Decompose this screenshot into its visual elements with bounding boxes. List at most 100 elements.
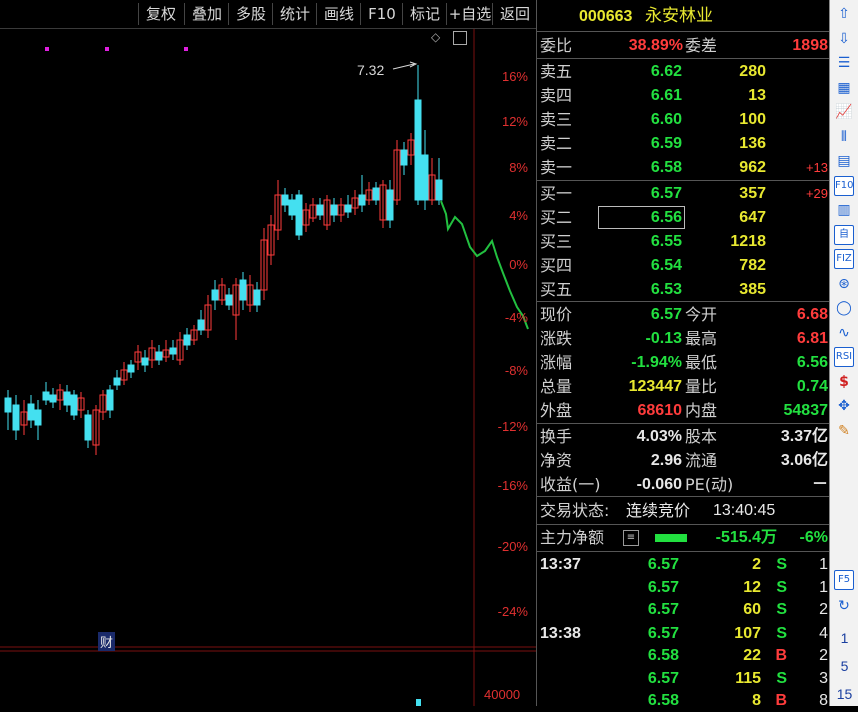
tick-side: B <box>775 647 787 664</box>
candle-body <box>435 179 443 201</box>
overlay-button[interactable]: 叠加 <box>184 3 229 25</box>
grid-icon[interactable]: ▦ <box>834 78 854 98</box>
pen-icon[interactable]: ✎ <box>834 421 854 441</box>
f5-icon[interactable]: F5 <box>834 570 854 590</box>
doc-icon[interactable]: ▤ <box>834 151 854 171</box>
window-toggle-icon[interactable] <box>453 31 467 45</box>
stat-label-2: 量比 <box>685 377 718 396</box>
add-watchlist-button[interactable]: +自选 <box>446 3 493 25</box>
ask-price: 6.59 <box>650 135 682 152</box>
ask-row-2: 卖四 6.61 13 <box>537 84 829 107</box>
ask-label: 卖一 <box>540 158 573 177</box>
bid-row-1: 买一 6.57 357 +29 <box>537 182 829 205</box>
bid-price: 6.53 <box>650 281 682 298</box>
selected-bid-box[interactable] <box>598 206 685 229</box>
pct-label: -8% <box>505 363 529 378</box>
refresh-icon[interactable]: ↻ <box>834 596 854 616</box>
fiz-icon[interactable]: FIZ <box>834 249 854 269</box>
move-icon[interactable]: ✥ <box>834 396 854 416</box>
table-icon[interactable]: ▥ <box>834 200 854 220</box>
period-15[interactable]: 15 <box>830 686 858 702</box>
stat-label: 总量 <box>540 377 573 396</box>
line-chart-icon[interactable]: 📈 <box>834 102 854 122</box>
stock-name: 永安林业 <box>645 6 713 26</box>
stat-row-4: 总量 123447 量比 0.74 <box>537 375 829 398</box>
candle-body <box>27 403 35 421</box>
tick-volume: 115 <box>735 669 761 687</box>
bid-volume: 357 <box>739 185 766 202</box>
fund-row-2: 净资 2.96 流通 3.06亿 <box>537 449 829 472</box>
circle-icon[interactable]: ◯ <box>834 298 854 318</box>
signal-marker <box>45 47 49 51</box>
back-button[interactable]: 返回 <box>492 3 537 25</box>
tick-price: 6.58 <box>647 647 679 664</box>
bid-volume: 782 <box>739 257 766 274</box>
candle-body <box>239 279 247 301</box>
rsi-icon[interactable]: RSI <box>834 347 854 367</box>
candle-body <box>295 194 303 236</box>
stat-label: 现价 <box>540 305 573 324</box>
fund-value-2: － <box>811 476 828 493</box>
mark-button[interactable]: 标记 <box>402 3 447 25</box>
up-arrow-icon[interactable]: ⇧ <box>834 4 854 24</box>
kline-svg: 16% 12% 8% 4% 0% -4% -8% -12% -16% -20% -24% <box>0 29 536 706</box>
period-5[interactable]: 5 <box>830 658 858 674</box>
tool-sidebar: ⇧ ⇩ ☰ ▦ 📈 ⫴ ▤ F10 ▥ 自 FIZ ⊛ ◯ ∿ RSI $ ✥ ✎ F5 ↻ 1 5 15 <box>829 0 858 706</box>
candle-body <box>197 319 205 331</box>
kline-chart[interactable]: 16% 12% 8% 4% 0% -4% -8% -12% -16% -20% -24% ◇ 7.3… <box>0 29 536 706</box>
candle-body <box>155 351 163 361</box>
candle-body <box>169 347 177 355</box>
volume-axis-label: 40000 <box>484 687 521 702</box>
bid-row-3: 买三 6.55 1218 <box>537 230 829 253</box>
candle-body <box>414 99 422 201</box>
wave-icon[interactable]: ∿ <box>834 323 854 343</box>
trade-status-label: 交易状态: <box>540 501 610 520</box>
candle-icon[interactable]: ⫴ <box>834 127 854 147</box>
f10-button[interactable]: F10 <box>360 3 403 25</box>
statistics-button[interactable]: 统计 <box>272 3 317 25</box>
tick-row: 6.57 115 S 3 <box>537 667 829 690</box>
fund-row-1: 换手 4.03% 股本 3.37亿 <box>537 425 829 448</box>
pct-label: -4% <box>505 310 529 325</box>
stat-row-5: 外盘 68610 内盘 54837 <box>537 399 829 422</box>
signal-marker <box>184 47 188 51</box>
fund-value: -0.060 <box>636 476 682 493</box>
trade-status-time: 13:40:45 <box>713 502 776 519</box>
tick-row: 13:38 6.57 107 S 4 <box>537 622 829 645</box>
candle-body <box>84 414 92 441</box>
tick-count: 2 <box>819 647 828 664</box>
f10-icon[interactable]: F10 <box>834 175 854 196</box>
main-flow-row: 主力净额 ≡ -515.4万 -6% <box>537 526 829 549</box>
trade-status-value: 连续竞价 <box>626 501 691 520</box>
dollar-icon[interactable]: $ <box>834 372 854 392</box>
bid-label: 买三 <box>540 232 573 251</box>
bid-row-5: 买五 6.53 385 <box>537 278 829 301</box>
diamond-icon[interactable]: ◇ <box>431 31 443 43</box>
multi-stock-button[interactable]: 多股 <box>228 3 273 25</box>
bid-label: 买一 <box>540 184 573 203</box>
fuquan-button[interactable]: 复权 <box>138 3 183 25</box>
candle-body <box>225 294 233 306</box>
candle-body <box>400 149 408 166</box>
list-icon[interactable]: ☰ <box>834 53 854 73</box>
tick-time: 13:38 <box>540 624 581 642</box>
signal-marker <box>105 47 109 51</box>
stat-value: 6.57 <box>650 306 682 323</box>
tick-side: S <box>776 601 787 618</box>
draw-line-button[interactable]: 画线 <box>316 3 361 25</box>
finance-marker[interactable]: 财 <box>98 632 116 651</box>
bid-label: 买四 <box>540 256 573 275</box>
stat-value: 123447 <box>628 378 682 395</box>
bid-price: 6.54 <box>650 257 682 274</box>
tick-price: 6.58 <box>647 692 679 709</box>
zi-icon[interactable]: 自 <box>834 224 854 245</box>
stat-row-3: 涨幅 -1.94% 最低 6.56 <box>537 351 829 374</box>
tick-price: 6.57 <box>647 578 679 596</box>
ask-label: 卖五 <box>540 62 573 81</box>
down-arrow-icon[interactable]: ⇩ <box>834 29 854 49</box>
flow-detail-icon[interactable]: ≡ <box>623 530 639 546</box>
candle-body <box>211 289 219 301</box>
candle-body <box>4 397 12 413</box>
tianyan-icon[interactable]: ⊛ <box>834 274 854 294</box>
period-1[interactable]: 1 <box>830 630 858 646</box>
